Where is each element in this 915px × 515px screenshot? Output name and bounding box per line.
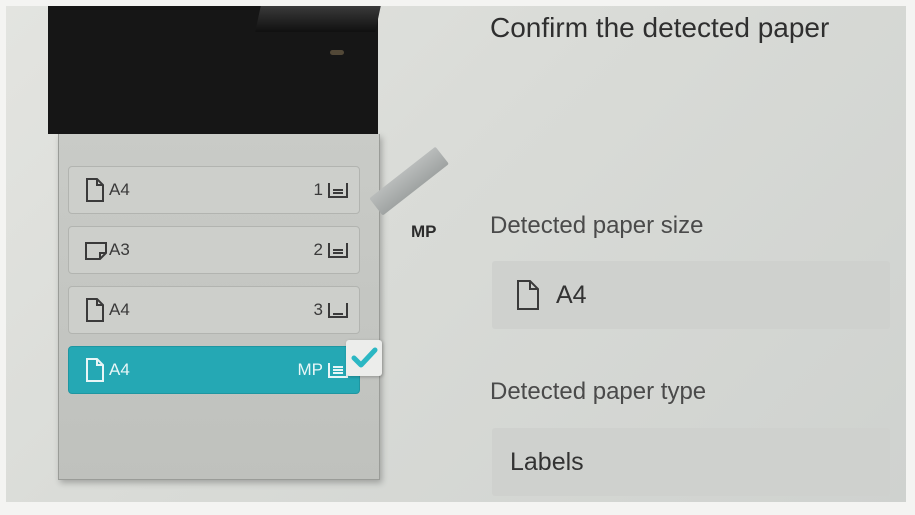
page-title: Confirm the detected paper [490, 12, 830, 43]
selected-check-badge [346, 340, 382, 376]
detected-size-field: A4 [492, 261, 890, 329]
portrait-doc-icon [85, 298, 105, 322]
tray-number: 2 [313, 240, 323, 259]
tray-3-button[interactable]: A4 3 [68, 286, 360, 334]
tray-number: 1 [313, 180, 323, 199]
tray-mp-button[interactable]: A4 MP [68, 346, 360, 394]
tray-icon [327, 181, 349, 199]
printer-illustration-top [48, 6, 381, 134]
landscape-doc-icon [85, 238, 107, 262]
tray-number: MP [297, 360, 324, 379]
tray-paper-size: A4 [109, 180, 130, 199]
tray-paper-size: A4 [109, 360, 130, 379]
detected-type-label: Detected paper type [490, 378, 707, 405]
tray-1-button[interactable]: A4 1 [68, 166, 360, 214]
detected-size-value: A4 [556, 280, 587, 309]
tray-2-button[interactable]: A3 2 [68, 226, 360, 274]
screen: MP A4 1 A3 2 A4 3 A4 MP Confirm the dete… [6, 6, 906, 502]
detected-size-label: Detected paper size [490, 212, 704, 239]
tray-paper-size: A3 [109, 240, 130, 259]
detected-type-value: Labels [510, 447, 584, 476]
portrait-doc-icon [85, 358, 105, 382]
tray-icon [327, 241, 349, 259]
detected-type-field: Labels [492, 428, 890, 496]
checkmark-icon [351, 347, 378, 368]
mp-feeder-label: MP [411, 222, 437, 241]
portrait-doc-icon [516, 280, 540, 310]
mp-feeder-slot [369, 146, 449, 216]
tray-paper-size: A4 [109, 300, 130, 319]
tray-number: 3 [313, 300, 323, 319]
portrait-doc-icon [85, 178, 105, 202]
tray-icon [327, 301, 349, 319]
